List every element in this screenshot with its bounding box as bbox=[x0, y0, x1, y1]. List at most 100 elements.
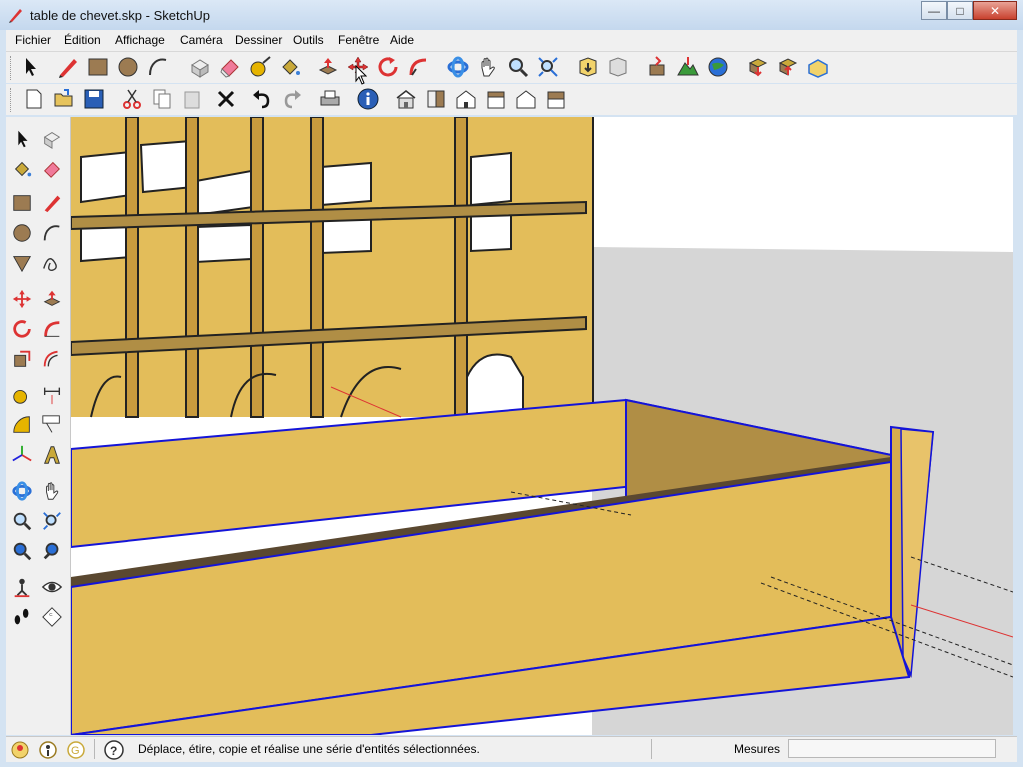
maximize-button[interactable]: □ bbox=[947, 1, 973, 20]
get-models-icon[interactable] bbox=[574, 53, 602, 81]
toggle-terrain-icon[interactable] bbox=[674, 53, 702, 81]
move-icon[interactable] bbox=[8, 285, 36, 313]
arc-icon[interactable] bbox=[144, 53, 172, 81]
select-icon[interactable] bbox=[16, 53, 44, 81]
toolbar-grip[interactable] bbox=[10, 88, 14, 112]
model-drawing[interactable] bbox=[71, 117, 1013, 735]
eraser-icon[interactable] bbox=[216, 53, 244, 81]
axes-icon[interactable] bbox=[8, 441, 36, 469]
top-view-icon[interactable] bbox=[422, 85, 450, 113]
follow-me-icon[interactable] bbox=[38, 315, 66, 343]
add-location-icon[interactable] bbox=[644, 53, 672, 81]
standard-toolbar bbox=[6, 84, 1017, 115]
make-component-icon[interactable] bbox=[186, 53, 214, 81]
pencil-icon[interactable] bbox=[38, 189, 66, 217]
measures-input[interactable] bbox=[788, 739, 996, 758]
google-signin-icon[interactable]: G bbox=[66, 740, 86, 760]
menu-edition[interactable]: Édition bbox=[64, 33, 101, 47]
position-camera-icon[interactable] bbox=[8, 573, 36, 601]
3d-text-icon[interactable] bbox=[38, 441, 66, 469]
menu-camera[interactable]: Caméra bbox=[180, 33, 223, 47]
share-component-icon[interactable] bbox=[774, 53, 802, 81]
copy-icon[interactable] bbox=[148, 85, 176, 113]
zoom-icon[interactable] bbox=[8, 507, 36, 535]
scale-icon[interactable] bbox=[8, 345, 36, 373]
push-pull-icon[interactable] bbox=[38, 285, 66, 313]
orbit-icon[interactable] bbox=[444, 53, 472, 81]
right-view-icon[interactable] bbox=[482, 85, 510, 113]
push-pull-icon[interactable] bbox=[314, 53, 342, 81]
menu-aide[interactable]: Aide bbox=[390, 33, 414, 47]
new-icon[interactable] bbox=[20, 85, 48, 113]
google-earth-icon[interactable] bbox=[704, 53, 732, 81]
undo-icon[interactable] bbox=[248, 85, 276, 113]
back-view-icon[interactable] bbox=[512, 85, 540, 113]
freehand-icon[interactable] bbox=[38, 249, 66, 277]
zoom-extents-icon[interactable] bbox=[534, 53, 562, 81]
get-components-icon[interactable] bbox=[744, 53, 772, 81]
paint-bucket-icon[interactable] bbox=[276, 53, 304, 81]
toolbar-grip[interactable] bbox=[10, 56, 14, 80]
look-around-icon[interactable] bbox=[38, 573, 66, 601]
minimize-button[interactable]: — bbox=[921, 1, 947, 20]
follow-me-icon[interactable] bbox=[404, 53, 432, 81]
geo-location-icon[interactable] bbox=[10, 740, 30, 760]
walk-icon[interactable] bbox=[8, 603, 36, 631]
menu-bar: Fichier Édition Affichage Caméra Dessine… bbox=[6, 30, 1017, 52]
circle-icon[interactable] bbox=[114, 53, 142, 81]
dimension-icon[interactable] bbox=[38, 381, 66, 409]
paste-icon[interactable] bbox=[178, 85, 206, 113]
redo-icon[interactable] bbox=[278, 85, 306, 113]
photo-textures-icon[interactable] bbox=[804, 53, 832, 81]
zoom-icon[interactable] bbox=[504, 53, 532, 81]
open-icon[interactable] bbox=[50, 85, 78, 113]
menu-outils[interactable]: Outils bbox=[293, 33, 324, 47]
left-view-icon[interactable] bbox=[542, 85, 570, 113]
rotate-icon[interactable] bbox=[8, 315, 36, 343]
paint-bucket-icon[interactable] bbox=[8, 155, 36, 183]
circle-icon[interactable] bbox=[8, 219, 36, 247]
section-plane-icon[interactable]: C bbox=[38, 603, 66, 631]
menu-fichier[interactable]: Fichier bbox=[15, 33, 51, 47]
rectangle-icon[interactable] bbox=[84, 53, 112, 81]
share-model-icon[interactable] bbox=[604, 53, 632, 81]
menu-affichage[interactable]: Affichage bbox=[115, 33, 165, 47]
pencil-icon[interactable] bbox=[54, 53, 82, 81]
select-icon[interactable] bbox=[8, 125, 36, 153]
credits-icon[interactable] bbox=[38, 740, 58, 760]
status-divider bbox=[651, 739, 652, 759]
window-controls: — □ ✕ bbox=[921, 1, 1017, 21]
make-component-icon[interactable] bbox=[38, 125, 66, 153]
sketchup-window: table de chevet.skp - SketchUp — □ ✕ Fic… bbox=[0, 0, 1023, 767]
tape-measure-icon[interactable] bbox=[246, 53, 274, 81]
menu-fenetre[interactable]: Fenêtre bbox=[338, 33, 379, 47]
save-icon[interactable] bbox=[80, 85, 108, 113]
rectangle-icon[interactable] bbox=[8, 189, 36, 217]
tape-measure-icon[interactable] bbox=[8, 381, 36, 409]
print-icon[interactable] bbox=[316, 85, 344, 113]
orbit-icon[interactable] bbox=[8, 477, 36, 505]
eraser-icon[interactable] bbox=[38, 155, 66, 183]
offset-icon[interactable] bbox=[38, 345, 66, 373]
menu-dessiner[interactable]: Dessiner bbox=[235, 33, 282, 47]
front-view-icon[interactable] bbox=[452, 85, 480, 113]
zoom-extents-icon[interactable] bbox=[38, 507, 66, 535]
sketchup-app-icon bbox=[9, 9, 22, 23]
title-bar[interactable]: table de chevet.skp - SketchUp — □ ✕ bbox=[0, 0, 1023, 30]
pan-icon[interactable] bbox=[38, 477, 66, 505]
close-button[interactable]: ✕ bbox=[973, 1, 1017, 20]
model-info-icon[interactable] bbox=[354, 85, 382, 113]
help-icon[interactable]: ? bbox=[104, 740, 124, 760]
arc-icon[interactable] bbox=[38, 219, 66, 247]
zoom-window-icon[interactable] bbox=[8, 537, 36, 565]
cut-icon[interactable] bbox=[118, 85, 146, 113]
polygon-icon[interactable] bbox=[8, 249, 36, 277]
previous-view-icon[interactable] bbox=[38, 537, 66, 565]
delete-icon[interactable] bbox=[212, 85, 240, 113]
protractor-icon[interactable] bbox=[8, 411, 36, 439]
model-viewport[interactable] bbox=[71, 117, 1013, 735]
iso-view-icon[interactable] bbox=[392, 85, 420, 113]
pan-icon[interactable] bbox=[474, 53, 502, 81]
rotate-icon[interactable] bbox=[374, 53, 402, 81]
text-icon[interactable] bbox=[38, 411, 66, 439]
